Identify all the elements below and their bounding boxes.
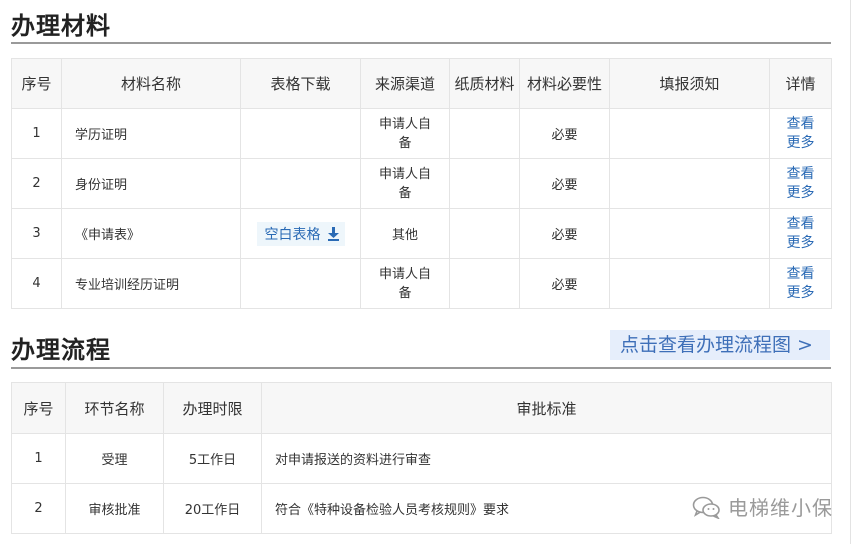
wechat-icon: [692, 496, 720, 519]
view-flowchart-link[interactable]: 点击查看办理流程图 >: [610, 330, 830, 360]
necessity: 必要: [519, 258, 610, 309]
paper-material: [449, 208, 520, 259]
materials-table: 序号 材料名称 表格下载 来源渠道 纸质材料 材料必要性 填报须知 详情 1 学…: [11, 58, 832, 309]
paper-material: [449, 108, 520, 159]
materials-header-row: 序号 材料名称 表格下载 来源渠道 纸质材料 材料必要性 填报须知 详情: [11, 58, 832, 109]
col-header-detail: 详情: [769, 58, 832, 109]
paper-material: [449, 158, 520, 209]
col-header-no: 序号: [11, 382, 66, 434]
materials-section-title: 办理材料: [11, 12, 111, 40]
row-number: 1: [11, 433, 66, 484]
source-line-2: 备: [398, 285, 412, 301]
col-header-step: 环节名称: [65, 382, 164, 434]
source-line-1: 申请人自: [378, 166, 431, 182]
fill-notes: [609, 208, 770, 259]
source-channel: 其他: [360, 208, 450, 259]
page-right-border: [850, 0, 851, 544]
table-row: 1 学历证明 申请人自备 必要 查看 更多: [11, 108, 832, 159]
fill-notes: [609, 258, 770, 309]
table-row: 2 身份证明 申请人自备 必要 查看 更多: [11, 158, 832, 209]
material-name: 《申请表》: [61, 208, 241, 259]
col-header-notes: 填报须知: [609, 58, 770, 109]
fill-notes: [609, 158, 770, 209]
download-cell: [240, 108, 361, 159]
row-number: 4: [11, 258, 62, 309]
col-header-name: 材料名称: [61, 58, 241, 109]
detail-cell: 查看 更多: [769, 258, 832, 309]
detail-cell: 查看 更多: [769, 208, 832, 259]
step-name: 受理: [65, 433, 164, 484]
source-line-2: 备: [398, 135, 412, 151]
process-title-divider: [11, 367, 831, 369]
source-channel: 申请人自备: [360, 158, 450, 209]
col-header-source: 来源渠道: [360, 58, 450, 109]
time-limit: 5工作日: [163, 433, 262, 484]
col-header-time-limit: 办理时限: [163, 382, 262, 434]
col-header-paper: 纸质材料: [449, 58, 520, 109]
process-section-title: 办理流程: [11, 336, 111, 364]
detail-cell: 查看 更多: [769, 108, 832, 159]
source-line-1: 申请人自: [378, 266, 431, 282]
approval-standard: 对申请报送的资料进行审查: [261, 433, 832, 484]
col-header-no: 序号: [11, 58, 62, 109]
download-label: 空白表格: [264, 226, 321, 243]
view-more-link[interactable]: 查看 更多: [786, 165, 816, 203]
watermark: 电梯维小保: [692, 492, 833, 521]
row-number: 2: [11, 158, 62, 209]
row-number: 2: [11, 483, 66, 534]
source-line-1: 申请人自: [378, 116, 431, 132]
necessity: 必要: [519, 108, 610, 159]
download-cell: [240, 258, 361, 309]
step-name: 审核批准: [65, 483, 164, 534]
row-number: 1: [11, 108, 62, 159]
col-header-necessity: 材料必要性: [519, 58, 610, 109]
material-name: 学历证明: [61, 108, 241, 159]
blank-form-download-button[interactable]: 空白表格: [256, 221, 345, 246]
view-more-link[interactable]: 查看 更多: [786, 215, 816, 253]
source-line-2: 备: [398, 185, 412, 201]
row-number: 3: [11, 208, 62, 259]
detail-cell: 查看 更多: [769, 158, 832, 209]
download-cell: [240, 158, 361, 209]
fill-notes: [609, 108, 770, 159]
material-name: 身份证明: [61, 158, 241, 209]
table-row: 1 受理 5工作日 对申请报送的资料进行审查: [11, 433, 832, 484]
table-row: 4 专业培训经历证明 申请人自备 必要 查看 更多: [11, 258, 832, 309]
necessity: 必要: [519, 158, 610, 209]
view-more-link[interactable]: 查看 更多: [786, 265, 816, 303]
watermark-text: 电梯维小保: [728, 496, 833, 520]
process-header-row: 序号 环节名称 办理时限 审批标准: [11, 382, 832, 434]
material-name: 专业培训经历证明: [61, 258, 241, 309]
download-arrow-icon: [327, 226, 339, 241]
view-more-link[interactable]: 查看 更多: [786, 115, 816, 153]
table-row: 3 《申请表》 空白表格 其他 必要 查看 更多: [11, 208, 832, 259]
paper-material: [449, 258, 520, 309]
col-header-standard: 审批标准: [261, 382, 832, 434]
col-header-download: 表格下载: [240, 58, 361, 109]
source-channel: 申请人自备: [360, 108, 450, 159]
time-limit: 20工作日: [163, 483, 262, 534]
download-cell: 空白表格: [240, 208, 361, 259]
materials-title-divider: [11, 42, 831, 44]
source-channel: 申请人自备: [360, 258, 450, 309]
necessity: 必要: [519, 208, 610, 259]
